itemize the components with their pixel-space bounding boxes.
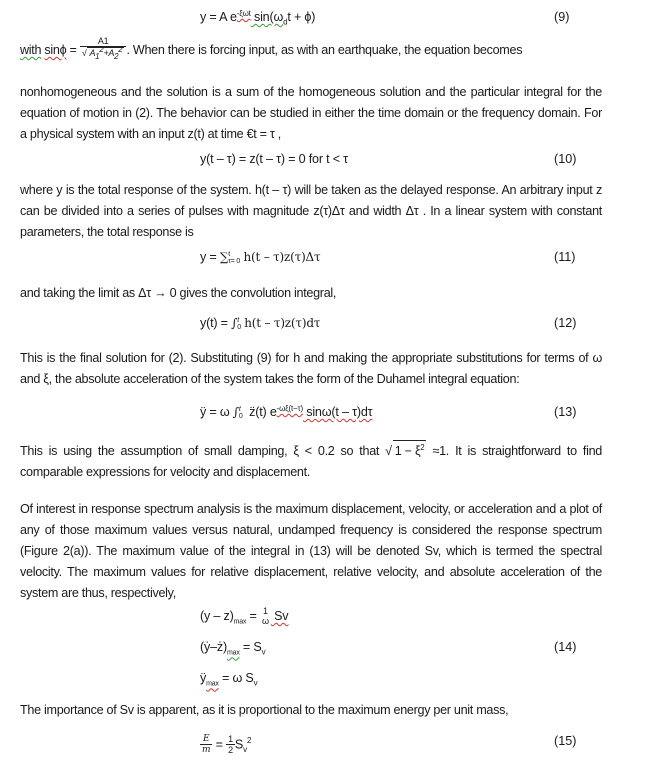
eq14-fraction: 1ω (260, 606, 271, 627)
sqrt-sup: 2 (420, 442, 425, 452)
equation-14-line-3: ÿmax = ω Sv (200, 671, 258, 688)
equation-number-15: (15) (554, 734, 577, 748)
paragraph-1-continued: nonhomogeneous and the solution is a sum… (20, 85, 602, 141)
eq14-3-rhs-sub: v (253, 678, 258, 688)
equation-10: y(t – τ) = z(t – τ) = 0 for t < τ (200, 152, 348, 166)
eq11-lhs: y = (200, 250, 220, 264)
equation-number-9: (9) (554, 10, 570, 24)
p1-with: with (20, 43, 42, 57)
frac-num: 1 (262, 606, 268, 616)
eq15-rhs-fraction: 12 (226, 734, 235, 756)
paragraph-2: where y is the total response of the sys… (20, 183, 602, 239)
eq15-rhs-sup: 2 (246, 736, 252, 746)
eq15-den-r: 2 (228, 745, 233, 755)
eq9-rest: t + ϕ) (287, 10, 316, 24)
eq13-limits: t0 (239, 406, 243, 420)
equation-9: y = A e-ξωt sin(ωdt + ϕ) (200, 8, 316, 26)
eq15-den-l: m (202, 745, 211, 755)
eq15-rhs-sub: v (243, 744, 247, 754)
eq15-lhs-fraction: Em (200, 734, 213, 756)
den-b-sup: 2 (118, 45, 123, 55)
eq15-num-l: E (200, 734, 213, 745)
eq13-rest: sinω(t – τ)dτ (302, 405, 373, 419)
equation-number-14: (14) (554, 640, 577, 654)
eq14-1-rhs: Sv (270, 608, 289, 623)
den-plus: +A (103, 48, 115, 59)
eq12-lhs: y(t) = (200, 316, 232, 330)
paragraph-6: Of interest in response spectrum analysi… (20, 502, 602, 600)
eq13-zdd: z̈(t) e (249, 405, 277, 419)
p5-before: This is using the assumption of small da… (20, 444, 386, 458)
sinphi-fraction: A1 √ A12+A22 (79, 36, 127, 61)
eq12-lower: 0 (237, 323, 241, 331)
equation-13: ÿ = ω ∫ t 0 z̈(t) e-ωξ(t−τ) sinω(t – τ)dτ (200, 403, 373, 420)
eq12-upper: t (237, 316, 239, 324)
paragraph-3: and taking the limit as Δτ → 0 gives the… (20, 286, 337, 300)
eq9-sin: sin(ω (250, 10, 284, 24)
equation-11: y = ∑ t τ= 0 h(t – τ)z(τ)Δτ (200, 250, 321, 265)
paragraph-7: The importance of Sv is apparent, as it … (20, 703, 509, 717)
eq13-lhs: ÿ = ω (200, 405, 233, 419)
fraction-denominator: √ A12+A22 (81, 45, 125, 61)
eq14-1-lhs: (y – z) (200, 608, 234, 623)
p1-equals: = (66, 43, 80, 57)
eq9-exponent: -ξωt (236, 8, 251, 18)
equation-14-line-2: (ẏ–ż)max = Sv (200, 640, 266, 657)
eq12-rest: h(t – τ)z(τ)dτ (244, 316, 321, 330)
equation-number-11: (11) (554, 250, 576, 264)
eq13-upper: t (238, 405, 241, 413)
eq13-exponent: -ωξ(t−τ) (276, 403, 303, 413)
paragraph-4: This is the final solution for (2). Subs… (20, 351, 602, 386)
eq13-lower: 0 (238, 412, 243, 420)
eq15-eq: = (212, 737, 227, 752)
equation-number-13: (13) (554, 405, 577, 419)
eq14-1-sub: max (233, 618, 247, 626)
eq14-2-eq: = S (239, 640, 262, 654)
eq11-lower: τ= 0 (228, 257, 241, 265)
eq11-upper: t (228, 250, 230, 258)
eq14-2-sub: max (227, 649, 240, 657)
equation-number-10: (10) (554, 152, 577, 166)
eq14-3-eq: = ω S (218, 671, 254, 685)
equation-14-line-1: (y – z)max = 1ω Sv (200, 606, 289, 627)
eq11-rest: h(t – τ)z(τ)Δτ (243, 250, 321, 264)
eq11-limits: t τ= 0 (228, 251, 240, 265)
p1-sinphi: sinϕ (44, 43, 67, 57)
eq14-2-lhs: (ẏ–ż) (200, 640, 227, 654)
eq12-limits: t0 (237, 317, 241, 331)
eq15-num-r: 1 (226, 734, 235, 745)
paragraph-1: with sinϕ = A1 √ A12+A22 . When there is … (20, 36, 602, 61)
document-page: y = A e-ξωt sin(ωdt + ϕ) (9) with sinϕ =… (0, 0, 657, 767)
p1-text: . When there is forcing input, as with a… (126, 43, 523, 57)
equation-number-12: (12) (554, 316, 577, 330)
equation-15: Em = 1 2 Sv2 (200, 734, 251, 756)
eq14-2-rhs-sub: v (261, 647, 266, 657)
eq15-rhs: S (234, 737, 244, 752)
sqrt-expression: 1 − ξ2 (392, 440, 427, 462)
equation-12: y(t) = ∫ t 0 h(t – τ)z(τ)dτ (200, 316, 320, 331)
sqrt-body: 1 − ξ (394, 444, 421, 458)
paragraph-5: This is using the assumption of small da… (20, 440, 602, 483)
eq9-lhs: y = A e (200, 10, 237, 24)
frac-den: ω (261, 616, 269, 626)
eq14-1-eq: = (246, 608, 260, 623)
sum-symbol: ∑ (219, 250, 229, 264)
eq14-3-sub: max (206, 680, 219, 688)
